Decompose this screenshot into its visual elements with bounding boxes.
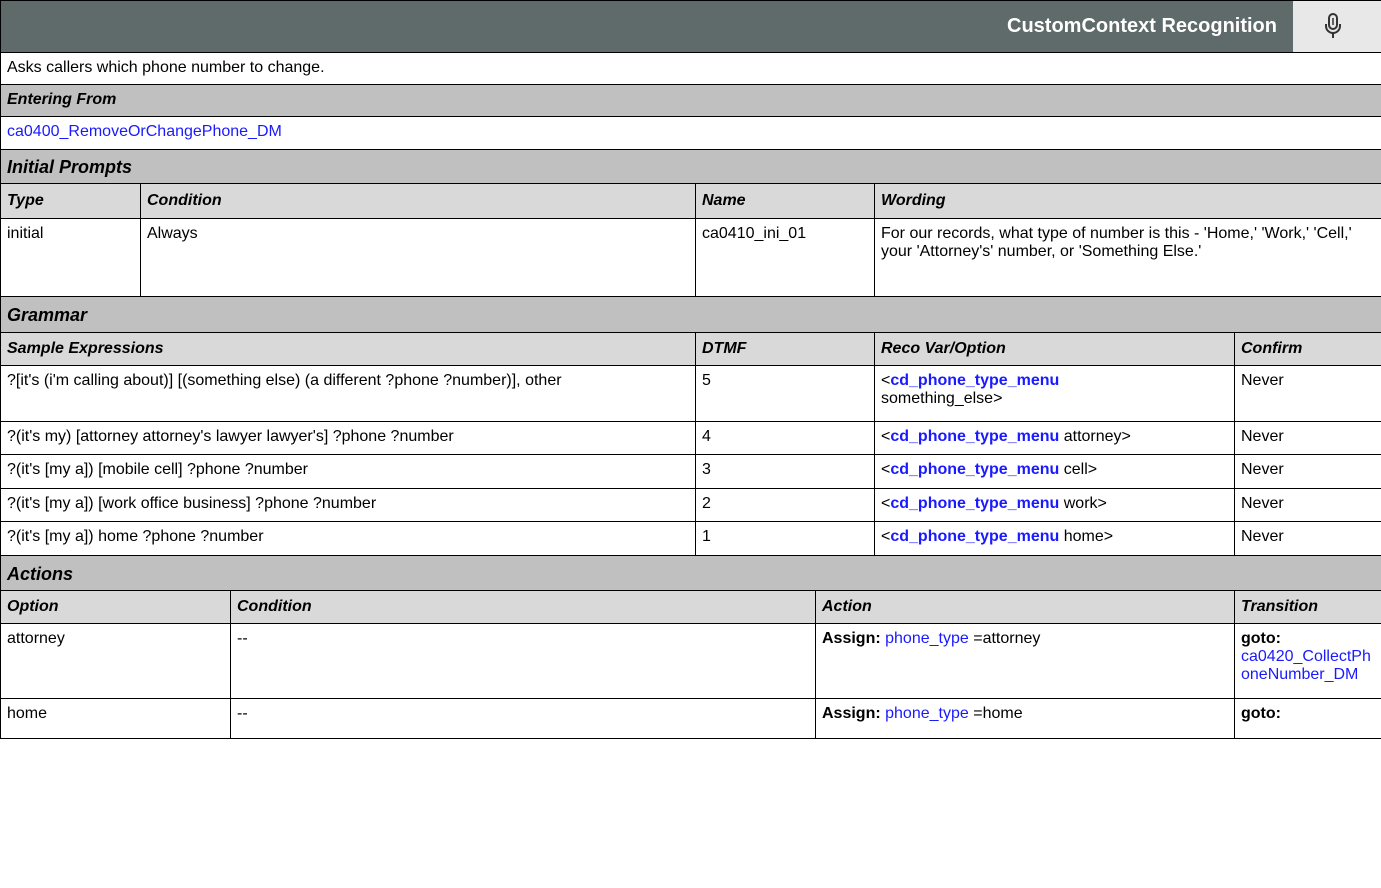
- grammar-var-cell: <cd_phone_type_menu cell>: [874, 454, 1235, 489]
- grammar-expr: ?(it's [my a]) [mobile cell] ?phone ?num…: [0, 454, 696, 489]
- col-transition: Transition: [1234, 590, 1381, 624]
- entering-from-link[interactable]: ca0400_RemoveOrChangePhone_DM: [7, 123, 282, 140]
- grammar-row: ?(it's [my a]) [work office business] ?p…: [0, 488, 1381, 522]
- action-row: home -- Assign: phone_type =home goto:: [0, 698, 1381, 739]
- col-reco-var: Reco Var/Option: [874, 332, 1235, 366]
- grammar-var-cell: <cd_phone_type_menu work>: [874, 488, 1235, 522]
- col-dtmf: DTMF: [695, 332, 875, 366]
- col-action: Action: [815, 590, 1235, 624]
- grammar-confirm: Never: [1234, 454, 1381, 489]
- grammar-dtmf: 1: [695, 521, 875, 556]
- grammar-expr: ?[it's (i'm calling about)] [(something …: [0, 365, 696, 422]
- grammar-var-link[interactable]: cd_phone_type_menu: [890, 495, 1059, 512]
- action-option: home: [0, 698, 231, 739]
- initial-prompts-header: Initial Prompts: [0, 149, 1381, 184]
- assign-value: =attorney: [973, 630, 1041, 647]
- col-confirm: Confirm: [1234, 332, 1381, 366]
- grammar-var-cell: <cd_phone_type_menu home>: [874, 521, 1235, 556]
- action-option: attorney: [0, 623, 231, 699]
- grammar-var-cell: <cd_phone_type_menu attorney>: [874, 421, 1235, 455]
- grammar-opt: work>: [1063, 495, 1107, 512]
- grammar-var-link[interactable]: cd_phone_type_menu: [890, 428, 1059, 445]
- grammar-dtmf: 3: [695, 454, 875, 489]
- action-transition-cell: goto: ca0420_CollectPhoneNumber_DM: [1234, 623, 1381, 699]
- col-sample-expressions: Sample Expressions: [0, 332, 696, 366]
- grammar-expr: ?(it's [my a]) [work office business] ?p…: [0, 488, 696, 522]
- grammar-dtmf: 4: [695, 421, 875, 455]
- col-name: Name: [695, 183, 875, 219]
- prompt-row: initial Always ca0410_ini_01 For our rec…: [0, 218, 1381, 297]
- action-condition: --: [230, 623, 816, 699]
- grammar-row: ?(it's [my a]) [mobile cell] ?phone ?num…: [0, 454, 1381, 489]
- assign-var-link[interactable]: phone_type: [885, 630, 969, 647]
- microphone-icon: [1325, 13, 1341, 38]
- prompt-wording: For our records, what type of number is …: [874, 218, 1381, 297]
- prompt-condition: Always: [140, 218, 696, 297]
- action-assign-cell: Assign: phone_type =home: [815, 698, 1235, 739]
- recognition-table: CustomContext Recognition Asks callers w…: [0, 0, 1381, 739]
- col-type: Type: [0, 183, 141, 219]
- grammar-opt: something_else>: [881, 390, 1003, 407]
- grammar-opt: home>: [1063, 528, 1114, 545]
- goto-label: goto:: [1241, 705, 1281, 722]
- grammar-dtmf: 2: [695, 488, 875, 522]
- assign-value: =home: [973, 705, 1023, 722]
- goto-label: goto:: [1241, 630, 1281, 647]
- action-row: attorney -- Assign: phone_type =attorney…: [0, 623, 1381, 699]
- grammar-row: ?(it's my) [attorney attorney's lawyer l…: [0, 421, 1381, 455]
- entering-from-header: Entering From: [0, 84, 1381, 117]
- grammar-confirm: Never: [1234, 488, 1381, 522]
- action-transition-cell: goto:: [1234, 698, 1381, 739]
- grammar-header: Grammar: [0, 296, 1381, 333]
- grammar-confirm: Never: [1234, 421, 1381, 455]
- grammar-confirm: Never: [1234, 521, 1381, 556]
- description: Asks callers which phone number to chang…: [0, 52, 1381, 85]
- grammar-expr: ?(it's [my a]) home ?phone ?number: [0, 521, 696, 556]
- action-assign-cell: Assign: phone_type =attorney: [815, 623, 1235, 699]
- mic-box: [1293, 1, 1381, 52]
- assign-label: Assign:: [822, 630, 881, 647]
- grammar-var-cell: <cd_phone_type_menu something_else>: [874, 365, 1235, 422]
- col-action-condition: Condition: [230, 590, 816, 624]
- grammar-var-link[interactable]: cd_phone_type_menu: [890, 528, 1059, 545]
- grammar-confirm: Never: [1234, 365, 1381, 422]
- grammar-row: ?[it's (i'm calling about)] [(something …: [0, 365, 1381, 422]
- actions-header: Actions: [0, 555, 1381, 591]
- goto-target-link[interactable]: ca0420_CollectPhoneNumber_DM: [1241, 648, 1371, 683]
- grammar-dtmf: 5: [695, 365, 875, 422]
- grammar-opt: cell>: [1063, 461, 1098, 478]
- col-wording: Wording: [874, 183, 1381, 219]
- prompt-name: ca0410_ini_01: [695, 218, 875, 297]
- action-condition: --: [230, 698, 816, 739]
- page-title: CustomContext Recognition: [1007, 15, 1277, 37]
- assign-var-link[interactable]: phone_type: [885, 705, 969, 722]
- col-option: Option: [0, 590, 231, 624]
- grammar-opt: attorney>: [1063, 428, 1131, 445]
- grammar-var-link[interactable]: cd_phone_type_menu: [890, 461, 1059, 478]
- col-condition: Condition: [140, 183, 696, 219]
- grammar-var-link[interactable]: cd_phone_type_menu: [890, 372, 1059, 389]
- grammar-row: ?(it's [my a]) home ?phone ?number 1 <cd…: [0, 521, 1381, 556]
- prompt-type: initial: [0, 218, 141, 297]
- assign-label: Assign:: [822, 705, 881, 722]
- grammar-expr: ?(it's my) [attorney attorney's lawyer l…: [0, 421, 696, 455]
- title-bar: CustomContext Recognition: [0, 0, 1381, 53]
